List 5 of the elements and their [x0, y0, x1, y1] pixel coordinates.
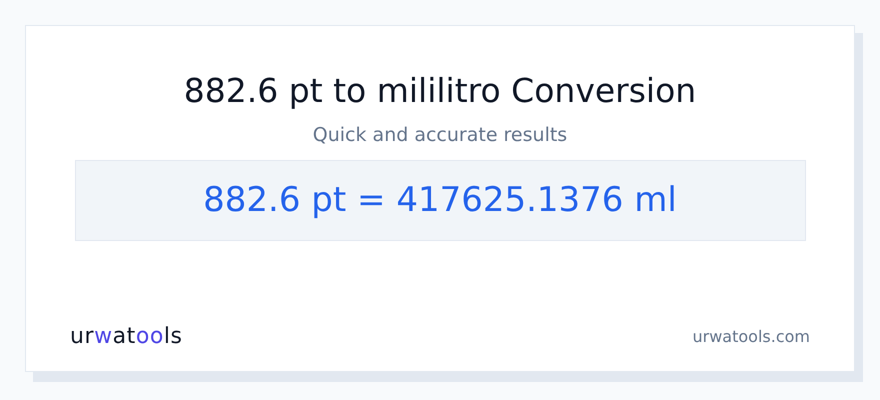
subtitle: Quick and accurate results [312, 123, 568, 148]
result-panel: 882.6 pt = 417625.1376 ml [74, 160, 806, 241]
logo: urwatools [70, 323, 183, 351]
site-url: urwatools.com [692, 326, 810, 348]
page-title: 882.6 pt to mililitro Conversion [184, 70, 696, 112]
